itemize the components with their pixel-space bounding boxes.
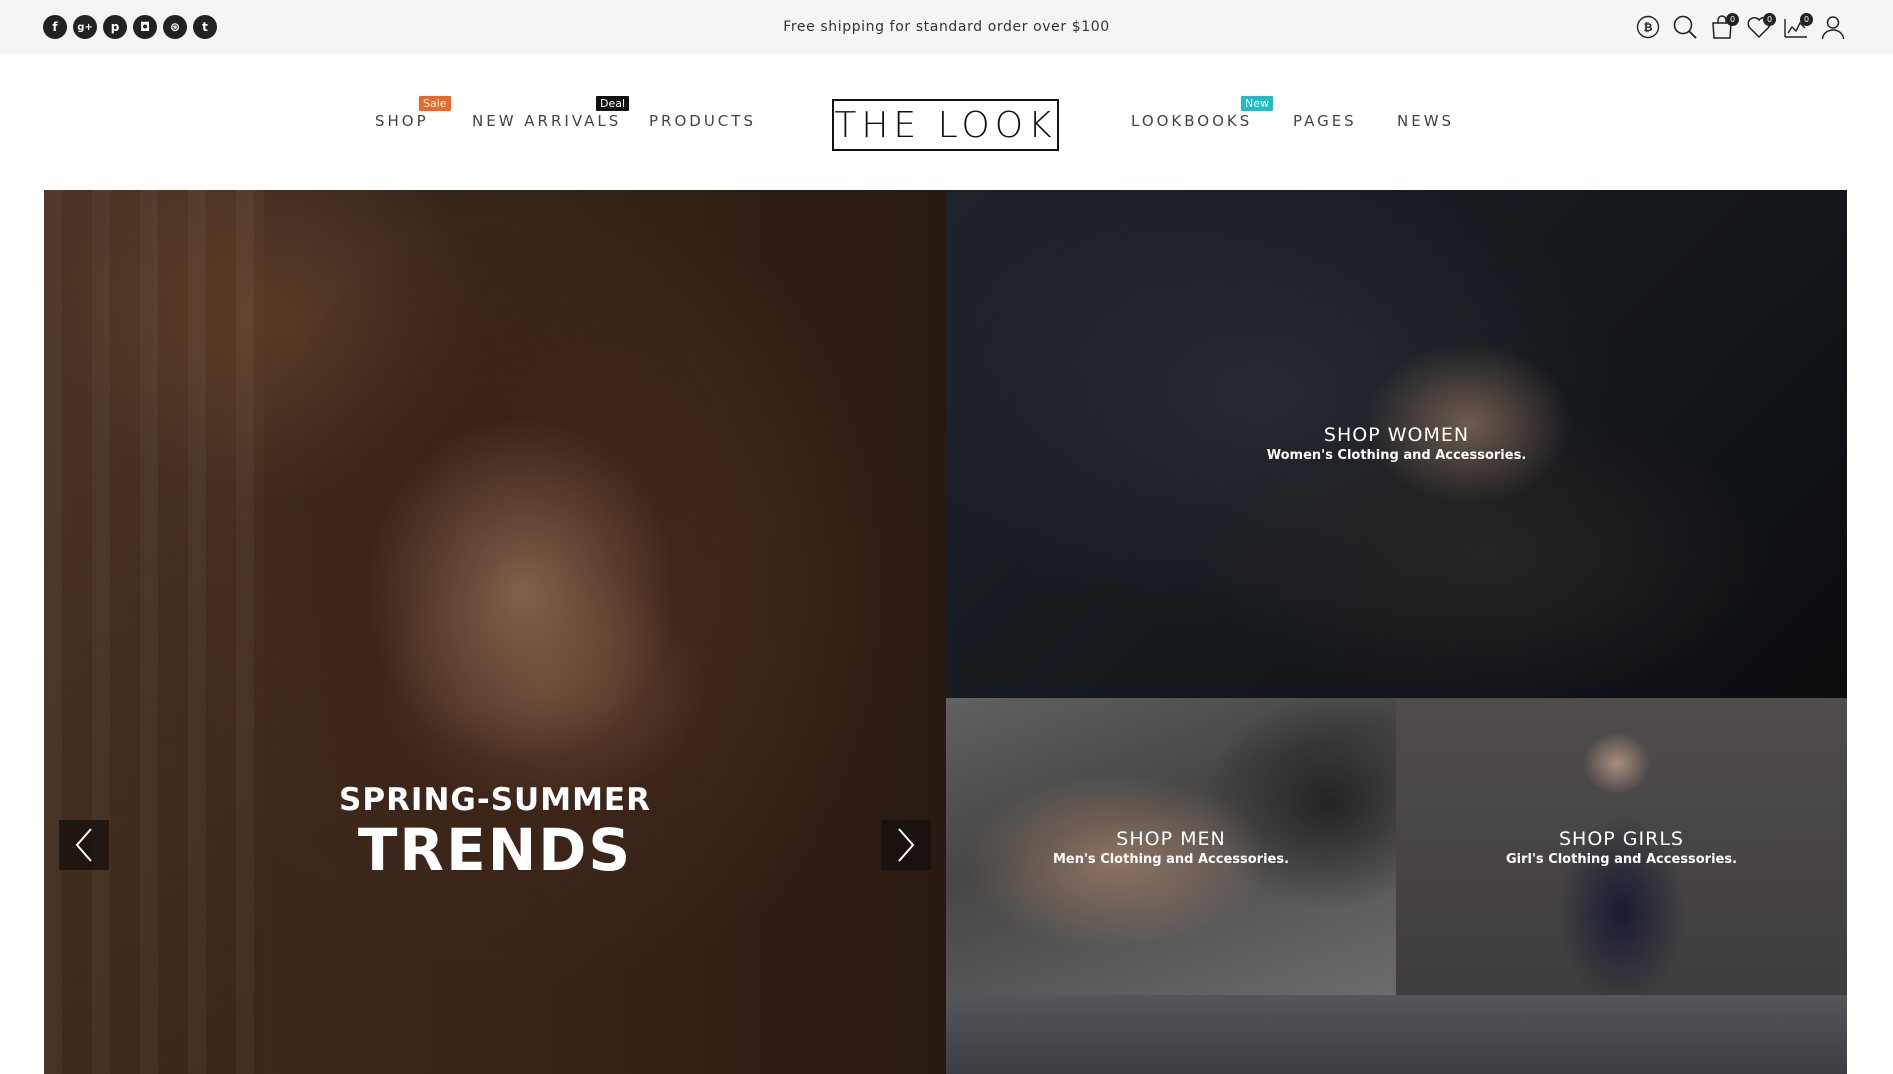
shopping-bag-icon[interactable]: 0 (1709, 12, 1739, 42)
shop-women-tile[interactable]: SHOP WOMEN Women's Clothing and Accessor… (946, 190, 1847, 698)
wishlist-count-badge: 0 (1763, 13, 1776, 26)
accessories-tile[interactable] (946, 995, 1847, 1074)
shop-men-title: SHOP MEN (1116, 828, 1226, 850)
shop-girls-subtitle: Girl's Clothing and Accessories. (1505, 852, 1738, 867)
top-bar: f g+ p ◘ ⊛ t Free shipping for standard … (0, 0, 1893, 54)
chevron-right-icon (898, 828, 915, 862)
utility-icons: ₿ 0 0 0 (1635, 12, 1846, 42)
shop-men-tile[interactable]: SHOP MEN Men's Clothing and Accessories. (946, 698, 1396, 995)
user-icon[interactable] (1820, 12, 1846, 42)
deal-badge: Deal (596, 96, 630, 111)
compare-chart-icon[interactable]: 0 (1783, 12, 1813, 42)
slider-prev-button[interactable] (59, 820, 109, 870)
hero-headline-line1: SPRING-SUMMER (339, 782, 651, 818)
heart-icon[interactable]: 0 (1746, 12, 1776, 42)
nav-shop[interactable]: SHOP (375, 112, 429, 130)
svg-text:₿: ₿ (1644, 21, 1653, 34)
compare-count-badge: 0 (1800, 13, 1813, 26)
bitcoin-icon[interactable]: ₿ (1635, 12, 1661, 42)
shop-women-subtitle: Women's Clothing and Accessories. (1266, 448, 1527, 463)
nav-pages[interactable]: PAGES (1293, 112, 1357, 130)
shop-women-title: SHOP WOMEN (1323, 424, 1470, 446)
site-logo[interactable]: THE LOOK (832, 99, 1059, 151)
search-icon[interactable] (1672, 12, 1698, 42)
hero-overlay (44, 190, 946, 1074)
shop-girls-title: SHOP GIRLS (1559, 828, 1684, 850)
shop-men-subtitle: Men's Clothing and Accessories. (1052, 852, 1290, 867)
slider-next-button[interactable] (881, 820, 931, 870)
new-badge: New (1241, 96, 1273, 111)
hero-headline-line2: TRENDS (357, 816, 633, 884)
chevron-left-icon (75, 828, 92, 862)
free-shipping-promo: Free shipping for standard order over $1… (783, 19, 1110, 35)
nav-new-arrivals[interactable]: NEW ARRIVALS (472, 112, 621, 130)
nav-products[interactable]: PRODUCTS (649, 112, 756, 130)
cart-count-badge: 0 (1726, 13, 1739, 26)
hero-slider[interactable]: SPRING-SUMMER TRENDS (44, 190, 946, 1074)
shop-girls-tile[interactable]: SHOP GIRLS Girl's Clothing and Accessori… (1396, 698, 1847, 995)
nav-lookbooks[interactable]: LOOKBOOKS (1131, 112, 1252, 130)
sale-badge: Sale (419, 96, 451, 111)
nav-news[interactable]: NEWS (1397, 112, 1454, 130)
